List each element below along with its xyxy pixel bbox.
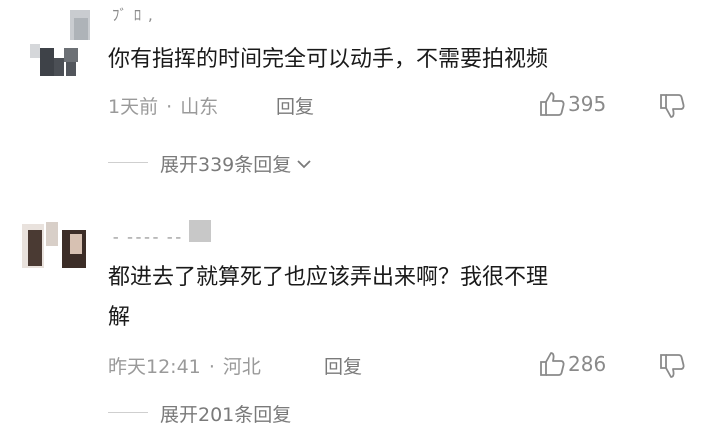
like-count: 395 [568, 92, 607, 116]
comment-location: 河北 [222, 356, 261, 378]
avatar[interactable] [18, 212, 92, 286]
expand-replies-button[interactable]: 展开339条回复 [160, 150, 313, 177]
expand-divider [108, 162, 148, 163]
avatar[interactable] [28, 4, 94, 76]
comment-time: 1天前 [108, 96, 159, 118]
dislike-button[interactable] [658, 92, 686, 124]
expand-replies-label: 展开339条回复 [160, 154, 292, 176]
like-count: 286 [568, 352, 607, 376]
comment-text-line: 解 [108, 305, 131, 330]
comment-location: 山东 [180, 96, 219, 118]
expand-replies-button[interactable]: 展开201条回复 [160, 400, 291, 427]
like-button[interactable]: 395 [538, 90, 606, 118]
comment-text: 都进去了就算死了也应该弄出来啊？我很不理 解 [108, 258, 548, 338]
username[interactable]: ﾌﾞ ﾛ , [112, 4, 154, 25]
expand-divider [108, 412, 148, 413]
meta-separator: · [166, 96, 173, 118]
chevron-down-icon [297, 159, 311, 168]
thumb-up-icon [540, 352, 565, 376]
comment-text-line: 都进去了就算死了也应该弄出来啊？我很不理 [108, 265, 549, 290]
thumb-down-icon [660, 94, 685, 118]
thumb-up-icon [540, 92, 565, 116]
reply-button[interactable]: 回复 [324, 352, 362, 379]
expand-replies-label: 展开201条回复 [160, 404, 292, 426]
username[interactable]: ˍ ˍˍˍˍ ˍˍ [112, 220, 217, 242]
like-button[interactable]: 286 [538, 350, 606, 378]
reply-button[interactable]: 回复 [276, 92, 314, 119]
comment-text: 你有指挥的时间完全可以动手，不需要拍视频 [108, 47, 549, 72]
dislike-button[interactable] [658, 352, 686, 384]
meta-separator: · [208, 356, 215, 378]
username-blur [189, 220, 212, 242]
comment-meta: 昨天12:41 · 河北 [108, 352, 261, 379]
thumb-down-icon [660, 354, 685, 378]
comment-meta: 1天前 · 山东 [108, 92, 218, 119]
comment-time: 昨天12:41 [108, 356, 201, 378]
